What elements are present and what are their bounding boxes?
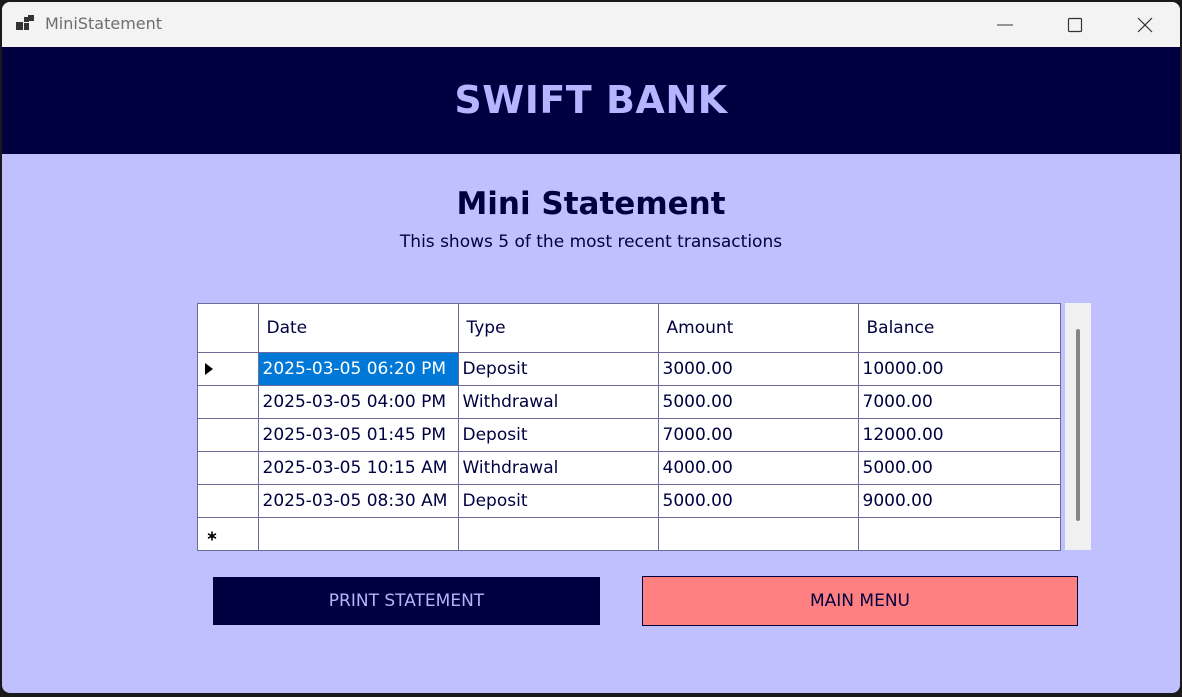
grid-cell-balance[interactable]: 12000.00 (857, 418, 1060, 452)
page-title: Mini Statement (456, 186, 726, 222)
grid-cell-type[interactable]: Withdrawal (457, 451, 659, 485)
column-header-date[interactable]: Date (257, 304, 459, 353)
grid-cell-date[interactable]: 2025-03-05 01:45 PM (257, 418, 459, 452)
grid-header-row: Date Type Amount Balance (198, 304, 1060, 353)
title-bar[interactable]: MiniStatement (2, 2, 1180, 47)
column-header-amount[interactable]: Amount (657, 304, 859, 353)
grid-cell-amount[interactable]: 5000.00 (657, 385, 859, 419)
grid-cell-type[interactable]: Deposit (457, 352, 659, 386)
app-windows-icon (16, 15, 34, 30)
close-button[interactable] (1110, 2, 1180, 47)
column-header-type[interactable]: Type (457, 304, 659, 353)
mini-statement-window: MiniStatement SWIFT BANK Mini Statement … (2, 2, 1180, 693)
table-row[interactable]: 2025-03-05 01:45 PM Deposit 7000.00 1200… (198, 418, 1060, 452)
transactions-table: Date Type Amount Balance 2025-03-05 06:2… (198, 304, 1060, 550)
row-header[interactable] (198, 451, 259, 485)
maximize-button[interactable] (1040, 2, 1110, 47)
table-row[interactable]: 2025-03-05 06:20 PM Deposit 3000.00 1000… (198, 352, 1060, 386)
table-row[interactable]: 2025-03-05 04:00 PM Withdrawal 5000.00 7… (198, 385, 1060, 419)
new-row[interactable] (198, 517, 1060, 550)
grid-cell-balance[interactable]: 9000.00 (857, 484, 1060, 518)
transactions-grid[interactable]: Date Type Amount Balance 2025-03-05 06:2… (197, 303, 1061, 551)
grid-cell-balance[interactable]: 7000.00 (857, 385, 1060, 419)
grid-cell-balance[interactable] (857, 517, 1060, 550)
row-header[interactable] (198, 418, 259, 452)
scrollbar-thumb[interactable] (1076, 329, 1080, 521)
grid-cell-type[interactable]: Deposit (457, 484, 659, 518)
grid-cell-type[interactable] (457, 517, 659, 550)
grid-cell-date[interactable]: 2025-03-05 10:15 AM (257, 451, 459, 485)
table-row[interactable]: 2025-03-05 10:15 AM Withdrawal 4000.00 5… (198, 451, 1060, 485)
triangle-right-icon (205, 363, 213, 375)
row-header[interactable] (198, 352, 259, 386)
grid-cell-amount[interactable]: 4000.00 (657, 451, 859, 485)
column-header-balance[interactable]: Balance (857, 304, 1060, 353)
bank-name: SWIFT BANK (454, 77, 728, 122)
close-icon (1137, 17, 1153, 32)
grid-cell-date[interactable]: 2025-03-05 08:30 AM (257, 484, 459, 518)
row-header-corner[interactable] (198, 304, 259, 353)
minimize-button[interactable] (970, 2, 1040, 47)
grid-cell-type[interactable]: Deposit (457, 418, 659, 452)
grid-cell-amount[interactable] (657, 517, 859, 550)
minimize-icon (997, 24, 1013, 25)
header-banner: SWIFT BANK (2, 47, 1180, 154)
grid-cell-amount[interactable]: 7000.00 (657, 418, 859, 452)
grid-cell-type[interactable]: Withdrawal (457, 385, 659, 419)
grid-cell-date[interactable]: 2025-03-05 06:20 PM (257, 352, 459, 386)
grid-cell-balance[interactable]: 5000.00 (857, 451, 1060, 485)
row-header[interactable] (198, 385, 259, 419)
asterisk-icon (207, 531, 217, 541)
grid-cell-balance[interactable]: 10000.00 (857, 352, 1060, 386)
row-header[interactable] (198, 484, 259, 518)
grid-cell-amount[interactable]: 5000.00 (657, 484, 859, 518)
page-subtitle: This shows 5 of the most recent transact… (399, 232, 783, 252)
main-menu-button[interactable]: MAIN MENU (642, 576, 1078, 626)
vertical-scrollbar[interactable] (1065, 303, 1091, 550)
print-statement-button[interactable]: PRINT STATEMENT (213, 577, 600, 625)
maximize-icon (1067, 17, 1083, 32)
grid-cell-date[interactable]: 2025-03-05 04:00 PM (257, 385, 459, 419)
grid-cell-amount[interactable]: 3000.00 (657, 352, 859, 386)
grid-cell-date[interactable] (257, 517, 459, 550)
window-title: MiniStatement (45, 14, 163, 33)
table-row[interactable]: 2025-03-05 08:30 AM Deposit 5000.00 9000… (198, 484, 1060, 518)
row-header[interactable] (198, 517, 259, 550)
